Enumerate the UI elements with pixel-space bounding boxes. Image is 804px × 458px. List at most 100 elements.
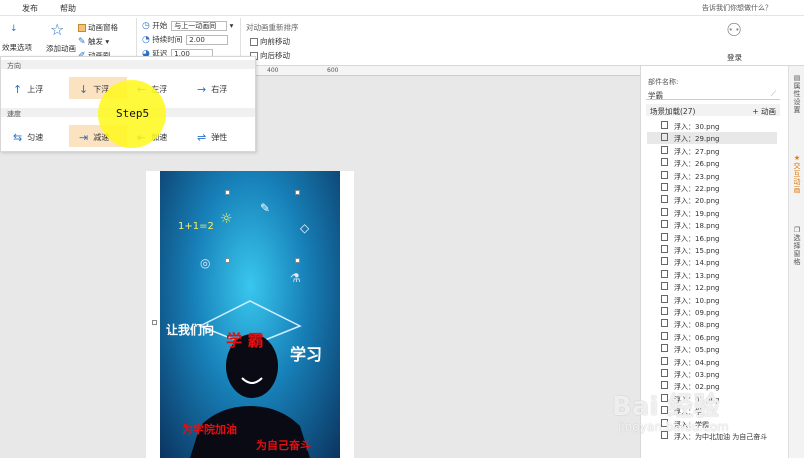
animation-row[interactable]: 浮入：29.png [647, 132, 777, 145]
animation-item-icon [661, 121, 668, 129]
animation-item-icon [661, 307, 668, 315]
selection-handle[interactable] [295, 258, 300, 263]
animation-row[interactable]: 浮入：05.png [647, 343, 777, 355]
tab-properties[interactable]: ▤ 属性设置 [791, 74, 803, 114]
animation-row-label: 浮入：03.png [674, 371, 720, 379]
animation-row-label: 浮入：27.png [674, 147, 720, 156]
animation-row[interactable]: 浮入：19.png [647, 207, 777, 219]
poster-image[interactable]: 1+1=2 ☼ ✎ ◇ ◎ ⚗ 让我们向 学 霸 学习 为学院加油 为自己奋斗 [160, 171, 340, 458]
uniform-speed-icon: ⇆ [13, 131, 23, 144]
animation-row[interactable]: 浮入：12.png [647, 281, 777, 293]
speed-title: 速度 [7, 110, 21, 118]
tab-interaction-animation[interactable]: ★ 交互动画 [791, 154, 803, 194]
poster-text-college: 为学院加油 [182, 423, 237, 436]
selection-handle[interactable] [152, 320, 157, 325]
animation-item-icon [661, 133, 668, 142]
menu-help[interactable]: 帮助 [60, 3, 76, 14]
step-label: Step5 [116, 107, 150, 120]
component-name-field[interactable]: 学霸 ⟋ [646, 88, 780, 100]
animation-row[interactable]: 浮入：16.png [647, 232, 777, 244]
animation-item-icon [661, 269, 668, 278]
baidu-watermark: Bai 经验 [612, 392, 720, 422]
menu-publish[interactable]: 发布 [22, 3, 38, 14]
selection-handle[interactable] [225, 190, 230, 195]
animation-row[interactable]: 浮入：20.png [647, 194, 777, 206]
speed-uniform-option[interactable]: ⇆ 匀速 [3, 125, 61, 147]
add-animation-button[interactable]: 添加动画 [46, 43, 76, 54]
animation-row-label: 浮入：13.png [674, 271, 720, 280]
add-animation-link[interactable]: + 动画 [752, 106, 776, 117]
component-name-label: 部件名称: [648, 78, 679, 86]
scene-load-header[interactable]: 场景加载(27) + 动画 [646, 104, 780, 116]
animation-row[interactable]: 浮入：08.png [647, 318, 777, 330]
animation-row[interactable]: 浮入：06.png [647, 331, 777, 343]
animation-row[interactable]: 浮入：15.png [647, 244, 777, 256]
animation-row[interactable]: 浮入：30.png [647, 120, 777, 132]
poster-text-self: 为自己奋斗 [256, 439, 311, 452]
animation-row[interactable]: 浮入：13.png [647, 269, 777, 281]
formula-text: 1+1=2 [178, 221, 214, 232]
animation-item-icon [661, 207, 668, 216]
direction-up-option[interactable]: ↑ 上浮 [3, 77, 61, 99]
start-setting: ◷ 开始 与上一动画同 ▾ [142, 21, 234, 31]
animation-row[interactable]: 浮入：04.png [647, 356, 777, 368]
direction-section-bg [1, 60, 255, 69]
animation-item-icon [661, 145, 668, 154]
doodle-cube-icon: ◇ [300, 221, 310, 235]
login-button[interactable]: 登录 [727, 52, 742, 63]
duration-input[interactable]: 2.00 [186, 35, 229, 45]
animation-row[interactable]: 浮入：09.png [647, 306, 777, 318]
animation-row[interactable]: 浮入：22.png [647, 182, 777, 194]
animation-row-label: 浮入：08.png [674, 321, 720, 330]
animation-row[interactable]: 浮入：03.png [647, 368, 777, 380]
arrow-down-icon: ↓ [79, 83, 89, 96]
animation-row-label: 浮入：20.png [674, 197, 720, 206]
trigger-button[interactable]: ✎ 触发 ▾ [78, 36, 109, 47]
animation-row-label: 浮入：18.png [674, 222, 720, 231]
tab-selection-pane[interactable]: ❐ 选择窗格 [791, 226, 803, 266]
clock-icon: ◷ [142, 21, 150, 31]
animation-pane-check-icon [78, 24, 86, 32]
selection-handle[interactable] [295, 190, 300, 195]
direction-right-option[interactable]: → 右浮 [187, 77, 245, 99]
user-icon: ⚇ [726, 20, 743, 41]
animation-row[interactable]: 浮入：14.png [647, 256, 777, 268]
animation-item-icon [661, 356, 668, 365]
animation-item-icon [661, 257, 668, 266]
speed-elastic-option[interactable]: ⇌ 弹性 [187, 125, 245, 147]
timer-icon: ◔ [142, 35, 150, 45]
poster-text-let-us: 让我们向 [166, 323, 215, 337]
animation-item-icon [661, 170, 668, 179]
animation-row-label: 浮入：06.png [674, 333, 720, 342]
animation-item-icon [661, 319, 668, 328]
animation-row[interactable]: 浮入：18.png [647, 219, 777, 231]
animation-row[interactable]: 浮入：27.png [647, 145, 777, 157]
animation-item-icon [661, 245, 668, 253]
animation-item-icon [661, 331, 668, 340]
move-earlier-icon [250, 38, 258, 46]
animation-pane-toggle[interactable]: 动画窗格 [78, 22, 118, 33]
start-select[interactable]: 与上一动画同 [171, 21, 228, 31]
tell-me-search[interactable]: 告诉我们你想做什么？ [702, 3, 772, 13]
animation-row[interactable]: 浮入：26.png [647, 157, 777, 169]
animation-item-icon [661, 220, 668, 229]
edit-pencil-icon[interactable]: ⟋ [771, 89, 776, 99]
poster-text-xueba: 学 霸 [226, 331, 264, 350]
arrow-up-icon: ↑ [13, 83, 23, 96]
animation-row-label: 浮入：29.png [674, 135, 720, 144]
animation-row-label: 浮入：12.png [674, 284, 720, 293]
effect-options-button[interactable]: 效果选项 [2, 42, 32, 53]
animation-row-label: 浮入：15.png [674, 247, 720, 255]
duration-setting: ◔ 持续时间 2.00 [142, 34, 229, 45]
animation-item-icon [661, 232, 668, 241]
animation-row-label: 浮入：30.png [674, 123, 720, 131]
animation-row[interactable]: 浮入：23.png [647, 170, 777, 182]
animation-row-label: 浮入：19.png [674, 209, 720, 218]
animation-row-label: 浮入：14.png [674, 259, 720, 268]
selection-handle[interactable] [225, 258, 230, 263]
animation-row-label: 浮入：04.png [674, 358, 720, 367]
move-earlier-button[interactable]: 向前移动 [250, 36, 290, 47]
animation-item-icon [661, 344, 668, 353]
move-later-button[interactable]: 向后移动 [250, 50, 290, 61]
animation-row[interactable]: 浮入：10.png [647, 294, 777, 306]
